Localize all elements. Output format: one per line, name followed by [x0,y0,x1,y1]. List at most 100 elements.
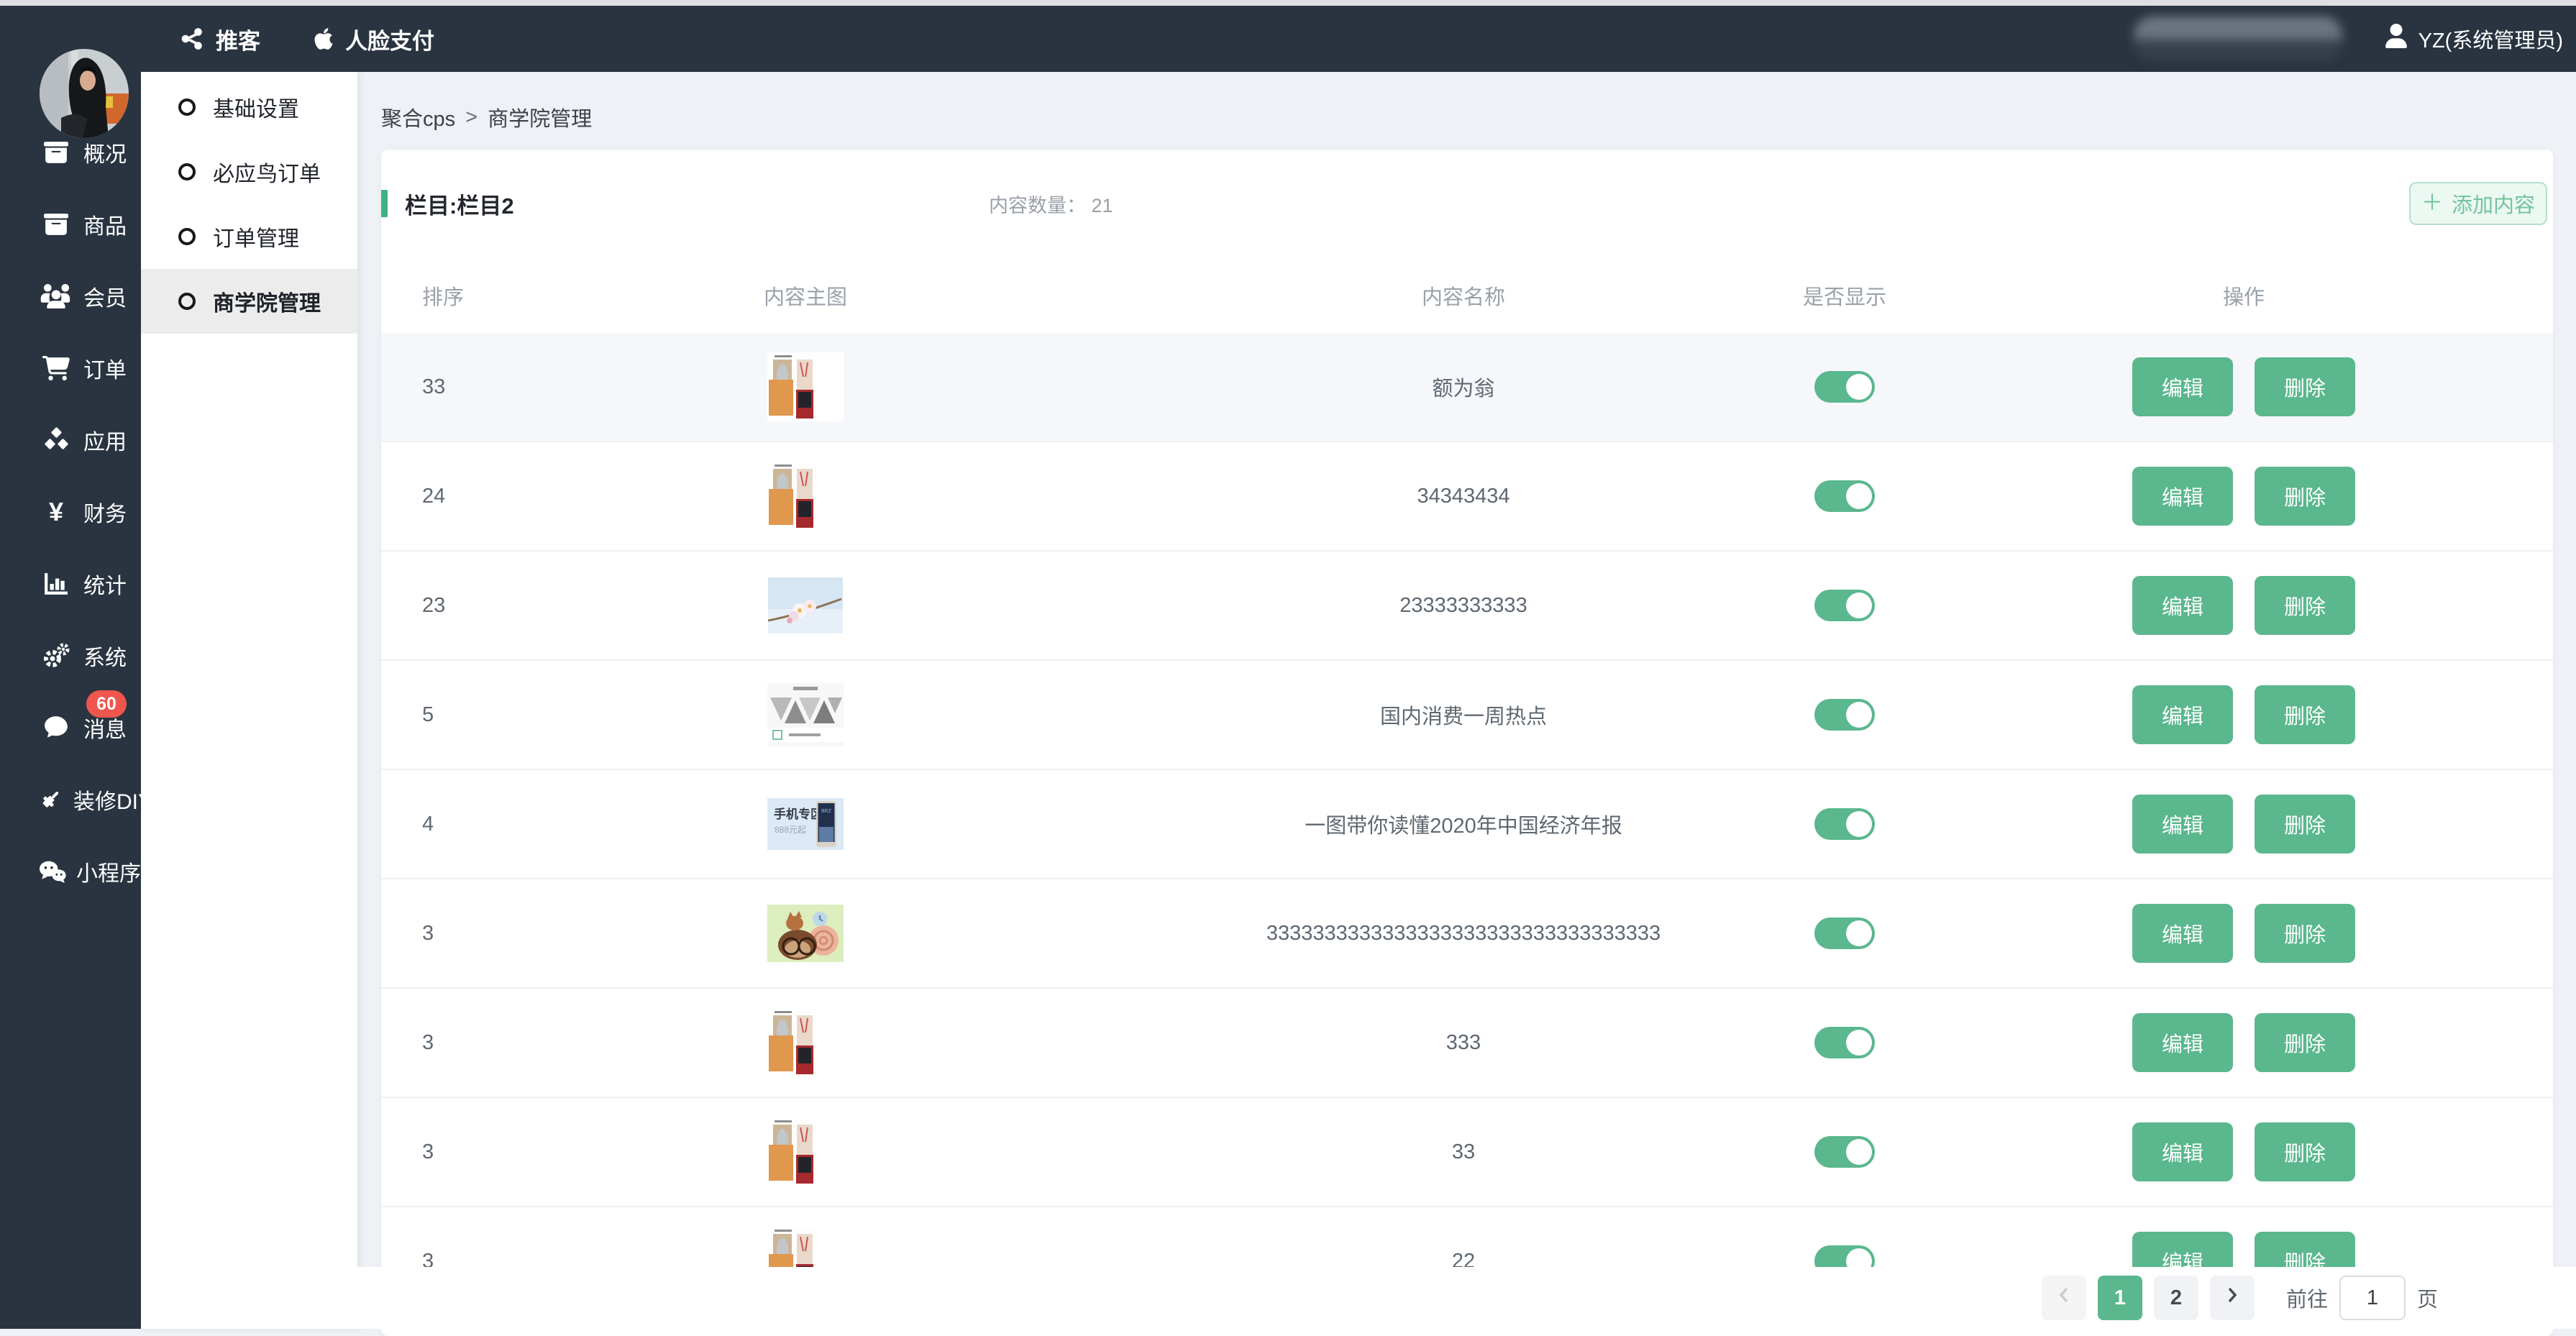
edit-button[interactable]: 编辑 [2132,1122,2233,1181]
goto-page-input[interactable] [2339,1276,2406,1320]
visibility-toggle[interactable] [1814,1136,1875,1168]
actions-cell: 编辑 删除 [1935,685,2553,744]
topnav-face-pay-label: 人脸支付 [345,23,434,55]
content-thumbnail [767,1117,844,1186]
bar-chart-icon [37,572,75,596]
name-cell: 33 [992,1140,1755,1164]
user-name: YZ(系统管理员) [2419,24,2563,54]
visible-cell [1755,371,1935,403]
visibility-toggle[interactable] [1814,918,1875,949]
header-name: 内容名称 [992,280,1755,311]
sidebar-item-system[interactable]: 系统 [0,620,141,692]
users-icon [37,284,75,308]
thumbnail-cell [618,577,992,633]
sidebar-item-label: 应用 [83,424,127,456]
thumbnail-cell [618,905,992,962]
visibility-toggle[interactable] [1814,480,1875,512]
edit-button[interactable]: 编辑 [2132,904,2233,963]
share-icon [180,27,204,51]
circle-icon [178,228,196,245]
avatar[interactable] [40,49,129,138]
yen-icon: ¥ [37,497,75,527]
edit-button[interactable]: 编辑 [2132,357,2233,416]
wechat-icon [37,859,68,884]
delete-button[interactable]: 删除 [2255,685,2355,744]
table-row: 5 国内消费一周热点 编辑 删除 [381,661,2553,770]
header-actions: 操作 [1935,280,2553,311]
circle-icon [178,99,196,116]
submenu-item-label: 必应鸟订单 [213,156,321,188]
sidebar-item-goods[interactable]: 商品 [0,188,141,260]
delete-button[interactable]: 删除 [2255,467,2355,526]
card-header: 栏目:栏目2 内容数量： 21 ＋ 添加内容 [381,150,2553,257]
delete-button[interactable]: 删除 [2255,795,2355,854]
sort-cell: 3 [381,1031,618,1055]
sidebar-item-orders[interactable]: 订单 [0,332,141,404]
edit-button[interactable]: 编辑 [2132,576,2233,635]
header-thumbnail: 内容主图 [618,280,992,311]
user-menu[interactable]: YZ(系统管理员) [2385,24,2563,54]
sidebar-item-label: 统计 [83,568,127,600]
topnav-tuike[interactable]: 推客 [180,23,260,55]
visible-cell [1755,918,1935,949]
delete-button[interactable]: 删除 [2255,1122,2355,1181]
submenu-item-label: 基础设置 [213,91,299,123]
chevron-right-icon [2225,1286,2239,1310]
add-content-button[interactable]: ＋ 添加内容 [2409,182,2547,225]
visibility-toggle[interactable] [1814,699,1875,731]
table-row: 4 手机专区888元起BRZ 一图带你读懂2020年中国经济年报 编辑 删除 [381,770,2553,879]
topnav-face-pay[interactable]: 人脸支付 [314,23,434,55]
sidebar-item-finance[interactable]: ¥ 财务 [0,476,141,548]
visibility-toggle[interactable] [1814,1027,1875,1058]
delete-button[interactable]: 删除 [2255,357,2355,416]
header-sort: 排序 [381,280,618,311]
visibility-toggle[interactable] [1814,808,1875,840]
sidebar: 概况 商品 会员 订单 应用 ¥ 财务 [0,72,141,1329]
page-button-1[interactable]: 1 [2098,1276,2142,1320]
title-accent-bar [381,190,388,217]
sidebar-item-messages[interactable]: 60 消息 [0,692,141,764]
thumbnail-cell [618,683,992,746]
edit-button[interactable]: 编辑 [2132,685,2233,744]
thumbnail-cell [618,462,992,531]
prev-page-button[interactable] [2042,1276,2086,1320]
table-row: 23 23333333333 编辑 删除 [381,552,2553,661]
edit-button[interactable]: 编辑 [2132,1013,2233,1072]
delete-button[interactable]: 删除 [2255,1013,2355,1072]
page-unit-label: 页 [2417,1283,2438,1313]
cubes-icon [37,427,75,453]
sidebar-item-mini-program[interactable]: 小程序 [0,836,141,907]
table-row: 3 33 编辑 删除 [381,1098,2553,1207]
actions-cell: 编辑 删除 [1935,904,2553,963]
table-row: 3 333 编辑 删除 [381,989,2553,1098]
topbar-right: YZ(系统管理员) [2134,17,2563,61]
submenu-item-business-school[interactable]: 商学院管理 [141,269,357,334]
next-page-button[interactable] [2210,1276,2255,1320]
redacted-text [2134,17,2342,61]
visible-cell [1755,1136,1935,1168]
sidebar-item-statistics[interactable]: 统计 [0,548,141,620]
submenu-item-basic-settings[interactable]: 基础设置 [141,75,357,139]
sort-cell: 4 [381,813,618,836]
visibility-toggle[interactable] [1814,371,1875,403]
sidebar-item-label: 装修DIY [73,784,152,815]
goto-label: 前往 [2286,1283,2328,1313]
delete-button[interactable]: 删除 [2255,904,2355,963]
thumbnail-cell [618,1008,992,1077]
actions-cell: 编辑 删除 [1935,576,2553,635]
submenu-item-label: 订单管理 [213,221,299,252]
table-body: 33 额为翁 编辑 删除 24 34343434 编辑 删除 23 233 [381,333,2553,1317]
sidebar-item-members[interactable]: 会员 [0,260,141,332]
visibility-toggle[interactable] [1814,590,1875,621]
edit-button[interactable]: 编辑 [2132,467,2233,526]
submenu-item-order-management[interactable]: 订单管理 [141,204,357,269]
sidebar-item-decorate-diy[interactable]: 装修DIY [0,764,141,836]
visible-cell [1755,1027,1935,1058]
page-button-2[interactable]: 2 [2154,1276,2198,1320]
edit-button[interactable]: 编辑 [2132,795,2233,854]
submenu-item-bingbird-orders[interactable]: 必应鸟订单 [141,139,357,204]
actions-cell: 编辑 删除 [1935,1013,2553,1072]
delete-button[interactable]: 删除 [2255,576,2355,635]
sidebar-item-apps[interactable]: 应用 [0,404,141,476]
breadcrumb-parent[interactable]: 聚合cps [381,102,455,132]
